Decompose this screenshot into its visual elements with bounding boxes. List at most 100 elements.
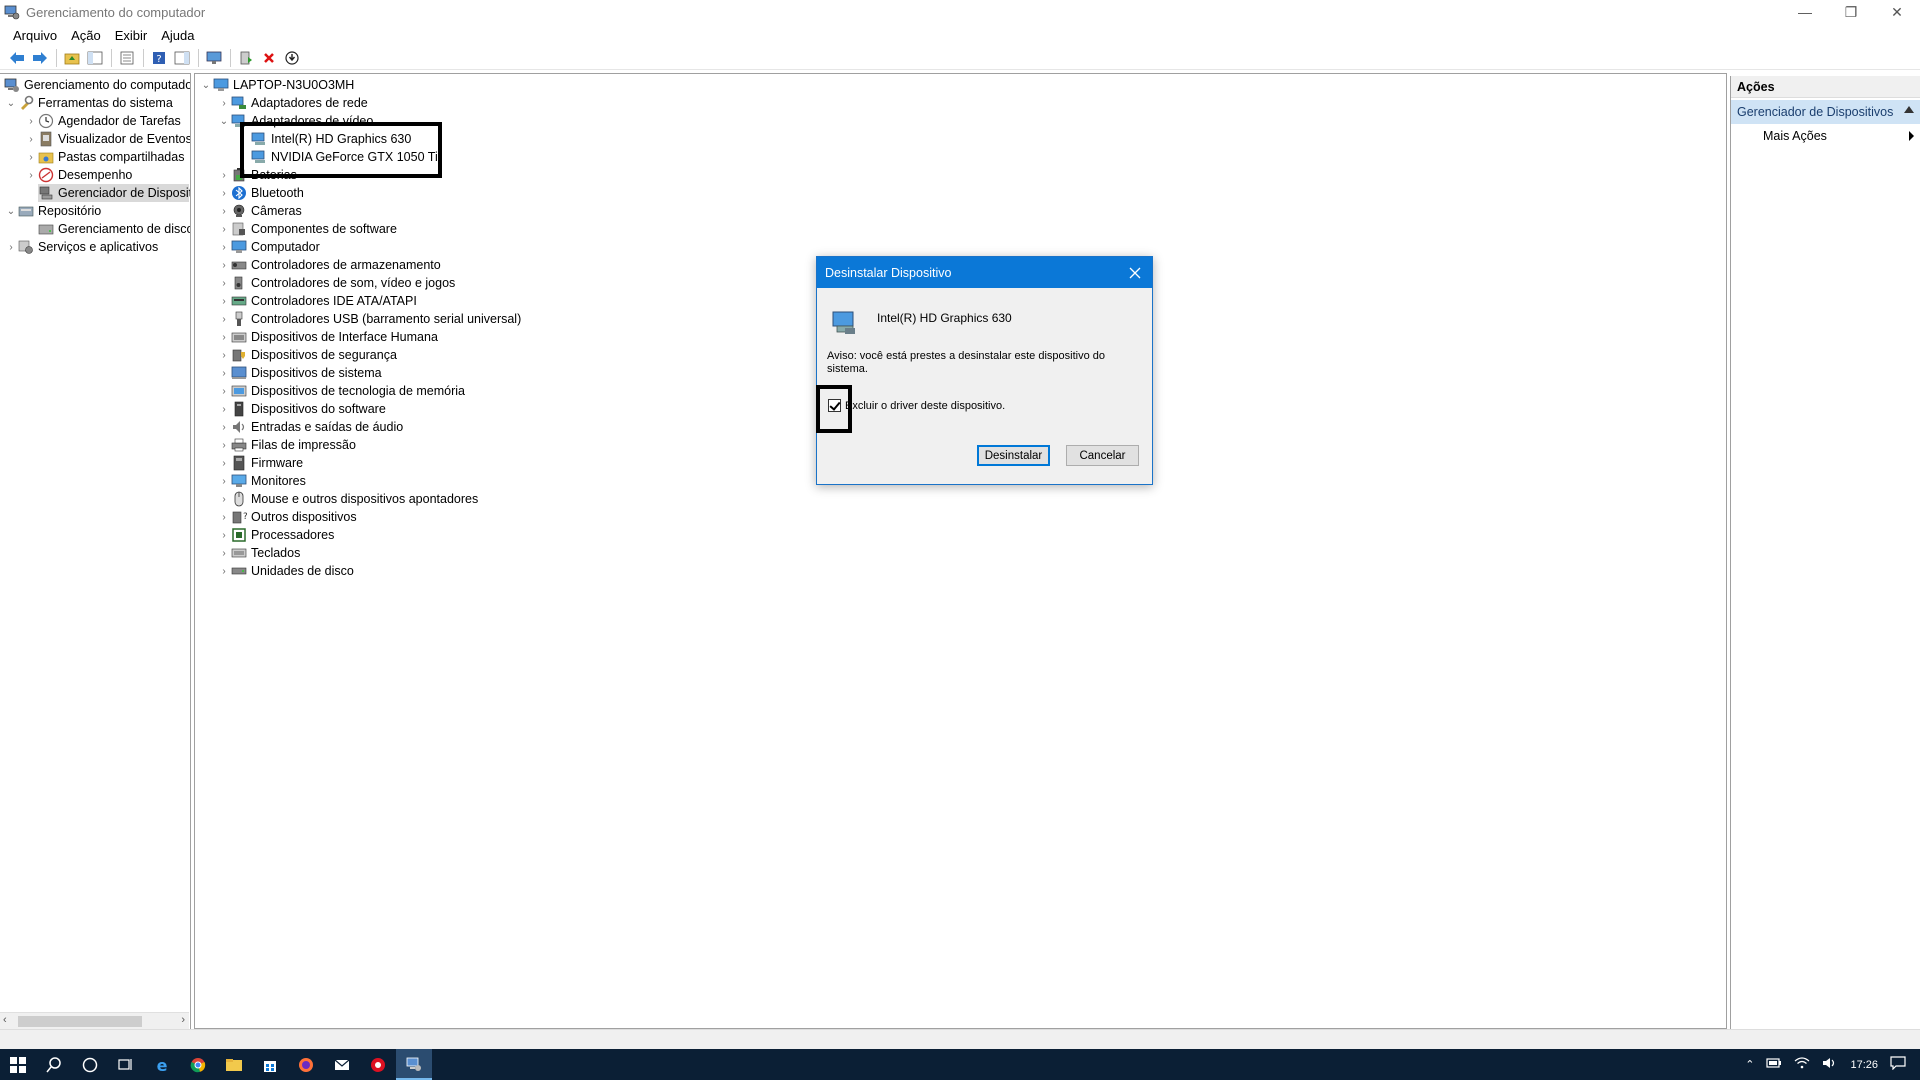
chevron-right-icon[interactable]: › — [217, 240, 231, 254]
device-category[interactable]: › Monitores — [217, 472, 306, 490]
device-category[interactable]: › Unidades de disco — [217, 562, 354, 580]
device-category[interactable]: › Controladores de armazenamento — [217, 256, 440, 274]
up-folder-button[interactable] — [61, 48, 83, 68]
chevron-right-icon[interactable]: › — [217, 456, 231, 470]
computer-management-taskbar-button[interactable] — [396, 1049, 432, 1080]
start-button[interactable] — [0, 1049, 36, 1080]
dialog-close-button[interactable] — [1118, 257, 1152, 288]
tree-item-task-scheduler[interactable]: › Agendador de Tarefas — [24, 112, 181, 130]
chevron-right-icon[interactable]: › — [4, 240, 18, 254]
chevron-right-icon[interactable]: › — [217, 204, 231, 218]
chevron-right-icon[interactable]: › — [217, 294, 231, 308]
chevron-right-icon[interactable]: › — [217, 366, 231, 380]
search-button[interactable] — [36, 1049, 72, 1080]
chevron-right-icon[interactable]: › — [217, 330, 231, 344]
scroll-left-icon[interactable]: ‹ — [3, 1014, 7, 1026]
uninstall-device-button[interactable] — [258, 48, 280, 68]
device-category[interactable]: › Firmware — [217, 454, 303, 472]
device-tree-root[interactable]: ⌄ LAPTOP-N3U0O3MH — [199, 76, 355, 94]
chevron-right-icon[interactable]: › — [217, 474, 231, 488]
chevron-right-icon[interactable]: › — [217, 546, 231, 560]
device-category[interactable]: › Teclados — [217, 544, 300, 562]
wifi-icon[interactable] — [1794, 1057, 1810, 1072]
device-category[interactable]: ⌄ Adaptadores de vídeo — [217, 112, 374, 130]
device-category[interactable]: › Dispositivos de Interface Humana — [217, 328, 438, 346]
console-tree-pane[interactable]: Gerenciamento do computado ⌄ Ferramentas… — [0, 73, 191, 1029]
chevron-right-icon[interactable]: › — [217, 420, 231, 434]
device-category[interactable]: ›? Outros dispositivos — [217, 508, 356, 526]
chevron-right-icon[interactable]: › — [217, 510, 231, 524]
chevron-right-icon[interactable]: › — [217, 492, 231, 506]
chevron-right-icon[interactable]: › — [217, 402, 231, 416]
chevron-right-icon[interactable]: › — [217, 528, 231, 542]
tree-item-computer-management[interactable]: Gerenciamento do computado — [4, 76, 190, 94]
clock-time[interactable]: 17:26 — [1850, 1059, 1878, 1071]
battery-icon[interactable] — [1766, 1058, 1782, 1071]
chevron-right-icon[interactable]: › — [217, 564, 231, 578]
device-category[interactable]: › Computador — [217, 238, 319, 256]
device-category[interactable]: › Dispositivos de sistema — [217, 364, 381, 382]
chevron-right-icon[interactable]: › — [24, 114, 38, 128]
properties-button[interactable] — [116, 48, 138, 68]
chevron-right-icon[interactable]: › — [217, 96, 231, 110]
file-explorer-button[interactable] — [216, 1049, 252, 1080]
scrollbar-thumb[interactable] — [18, 1016, 142, 1027]
chevron-right-icon[interactable]: › — [217, 276, 231, 290]
disable-device-button[interactable] — [281, 48, 303, 68]
chevron-up-icon[interactable]: ⌃ — [1745, 1058, 1754, 1071]
back-button[interactable] — [6, 48, 28, 68]
notification-center-icon[interactable] — [1890, 1056, 1906, 1073]
uninstall-button[interactable]: Desinstalar — [977, 445, 1050, 466]
show-console-tree-button[interactable] — [84, 48, 106, 68]
device-category[interactable]: Intel(R) HD Graphics 630 — [237, 130, 411, 148]
delete-driver-checkbox-row[interactable]: Excluir o driver deste dispositivo. — [828, 399, 1005, 412]
action-pane-button[interactable] — [171, 48, 193, 68]
device-category[interactable]: › Baterias — [217, 166, 297, 184]
menu-exibir[interactable]: Exibir — [108, 28, 155, 43]
device-category[interactable]: › Controladores de som, vídeo e jogos — [217, 274, 455, 292]
mail-button[interactable] — [324, 1049, 360, 1080]
device-category[interactable]: › Dispositivos do software — [217, 400, 386, 418]
cancel-button[interactable]: Cancelar — [1066, 445, 1139, 466]
update-driver-button[interactable] — [235, 48, 257, 68]
device-category[interactable]: NVIDIA GeForce GTX 1050 Ti — [237, 148, 438, 166]
chevron-down-icon[interactable]: ⌄ — [4, 96, 18, 110]
chevron-right-icon[interactable]: › — [24, 150, 38, 164]
minimize-button[interactable]: — — [1782, 0, 1828, 24]
tree-item-system-tools[interactable]: ⌄ Ferramentas do sistema — [4, 94, 173, 112]
chevron-right-icon[interactable]: › — [24, 168, 38, 182]
chevron-right-icon[interactable]: › — [217, 384, 231, 398]
chevron-right-icon[interactable]: › — [217, 348, 231, 362]
horizontal-scrollbar[interactable]: ‹ › — [0, 1012, 189, 1029]
menu-acao[interactable]: Ação — [64, 28, 108, 43]
chevron-right-icon[interactable]: › — [217, 186, 231, 200]
tree-item-event-viewer[interactable]: › Visualizador de Eventos — [24, 130, 190, 148]
delete-driver-label[interactable]: Excluir o driver deste dispositivo. — [845, 400, 1005, 412]
tree-item-shared-folders[interactable]: › Pastas compartilhadas — [24, 148, 184, 166]
close-button[interactable]: ✕ — [1874, 0, 1920, 24]
media-app-button[interactable] — [360, 1049, 396, 1080]
chevron-right-icon[interactable]: › — [217, 258, 231, 272]
restore-button[interactable]: ❐ — [1828, 0, 1874, 24]
chrome-button[interactable] — [180, 1049, 216, 1080]
menu-ajuda[interactable]: Ajuda — [154, 28, 201, 43]
chevron-right-icon[interactable]: › — [24, 132, 38, 146]
tree-item-services-apps[interactable]: › Serviços e aplicativos — [4, 238, 158, 256]
chevron-right-icon[interactable]: › — [217, 312, 231, 326]
more-actions-item[interactable]: Mais Ações — [1731, 124, 1920, 148]
chevron-right-icon[interactable]: › — [217, 438, 231, 452]
chevron-right-icon[interactable]: › — [217, 222, 231, 236]
delete-driver-checkbox[interactable] — [828, 399, 841, 412]
collapse-up-icon[interactable] — [1904, 106, 1914, 113]
device-category[interactable]: › Controladores USB (barramento serial un… — [217, 310, 521, 328]
device-category[interactable]: › Bluetooth — [217, 184, 304, 202]
chevron-right-icon[interactable]: › — [217, 168, 231, 182]
tree-item-disk-management[interactable]: Gerenciamento de disco — [38, 220, 190, 238]
tree-item-storage[interactable]: ⌄ Repositório — [4, 202, 101, 220]
tree-item-device-manager[interactable]: Gerenciador de Disposit — [38, 184, 190, 202]
device-category[interactable]: › Mouse e outros dispositivos apontadores — [217, 490, 478, 508]
chevron-down-icon[interactable]: ⌄ — [199, 78, 213, 92]
help-button[interactable]: ? — [148, 48, 170, 68]
firefox-button[interactable] — [288, 1049, 324, 1080]
device-category[interactable]: › Entradas e saídas de áudio — [217, 418, 403, 436]
